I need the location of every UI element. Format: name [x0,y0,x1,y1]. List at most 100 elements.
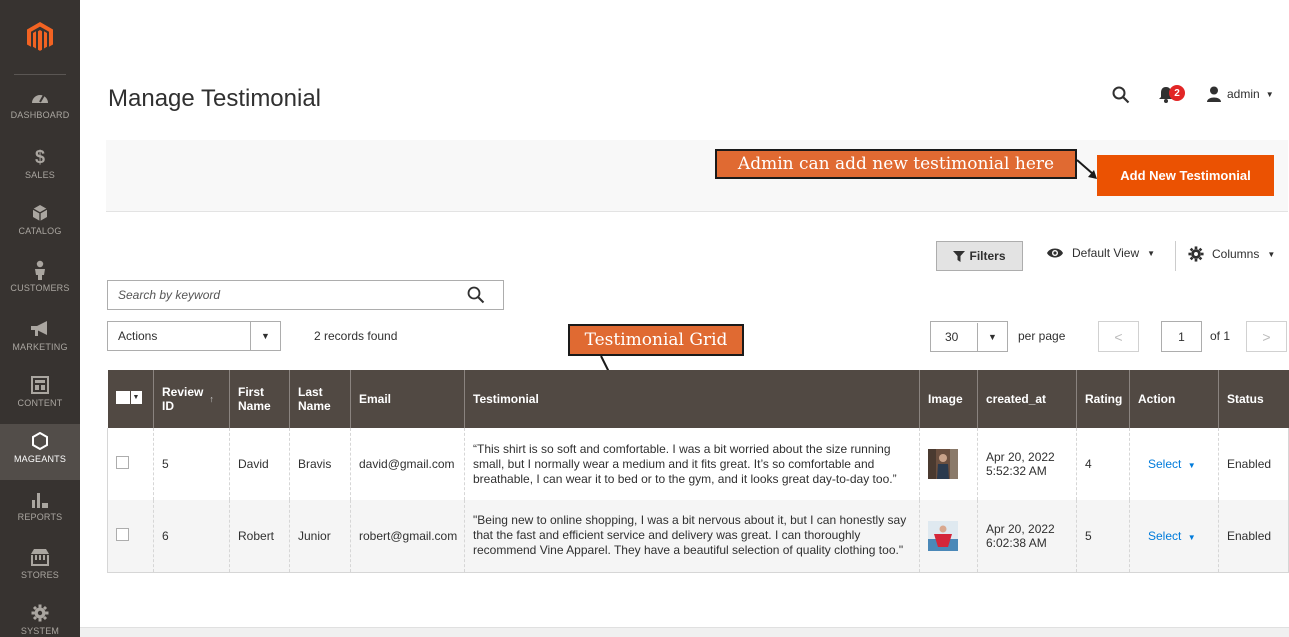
keyword-search [107,280,504,310]
header-line: Last [298,385,323,399]
next-page-button[interactable]: > [1246,321,1287,352]
chevron-down-icon: ▼ [977,322,1007,351]
sidebar-item-customers[interactable]: CUSTOMERS [0,253,80,309]
notification-count-badge: 2 [1169,85,1185,101]
table-row[interactable]: 6 Robert Junior robert@gmail.com "Being … [107,500,1289,573]
row-checkbox[interactable] [116,527,129,541]
content-icon [31,374,49,396]
sidebar-item-sales[interactable]: $ SALES [0,140,80,196]
toolbar-divider [1175,241,1176,271]
per-page-select[interactable]: 30 ▼ [930,321,1008,352]
row-checkbox-cell [107,500,154,573]
table-row[interactable]: 5 David Bravis david@gmail.com “This shi… [107,428,1289,500]
current-page-input[interactable]: 1 [1161,321,1202,352]
sidebar-item-reports[interactable]: REPORTS [0,482,80,538]
cell-action: Select ▼ [1129,428,1219,500]
testimonial-thumbnail[interactable] [928,520,958,551]
chevron-down-icon: ▼ [129,391,142,404]
column-header-status[interactable]: Status [1218,370,1289,428]
row-action-select[interactable]: Select ▼ [1148,529,1196,543]
testimonial-grid: ▼ Review ID ↑ First Name Last Name Email… [107,370,1289,573]
gear-icon [1188,246,1204,262]
chevron-down-icon: ▼ [1267,249,1276,259]
cell-last-name: Junior [289,500,351,573]
sidebar-item-mageants[interactable]: MAGEANTS [0,424,80,480]
mass-actions-label: Actions [118,329,158,343]
mass-select-box [115,391,130,404]
cell-action: Select ▼ [1129,500,1219,573]
created-date: Apr 20, 2022 [986,450,1055,464]
created-time: 6:02:38 AM [986,535,1047,550]
search-submit-button[interactable] [467,286,485,309]
logo-divider [14,74,66,75]
chevron-left-icon: < [1114,328,1123,345]
column-header-rating[interactable]: Rating [1076,370,1130,428]
per-page-value: 30 [945,329,959,344]
cell-created-at: Apr 20, 2022 6:02:38 AM [977,500,1077,573]
cell-image [919,428,978,500]
created-time: 5:52:32 AM [986,464,1047,478]
records-found-count: 2 records found [314,329,398,343]
cell-review-id: 6 [153,500,230,573]
global-search-button[interactable] [1112,86,1130,109]
column-header-email[interactable]: Email [350,370,465,428]
filters-label: Filters [969,249,1006,263]
column-header-review-id[interactable]: Review ID ↑ [153,370,230,428]
sidebar-item-system[interactable]: SYSTEM [0,596,80,637]
sidebar-item-label: REPORTS [17,512,63,522]
header-line: ID [162,399,174,413]
columns-dropdown[interactable]: Columns ▼ [1188,246,1275,262]
keyword-search-input[interactable] [118,288,458,302]
sidebar-item-marketing[interactable]: MARKETING [0,312,80,368]
default-view-dropdown[interactable]: Default View ▼ [1046,246,1155,260]
column-header-created-at[interactable]: created_at [977,370,1077,428]
cube-icon [32,202,48,224]
chevron-down-icon: ▼ [1187,461,1196,470]
sidebar-item-dashboard[interactable]: DASHBOARD [0,80,80,136]
mass-actions-select[interactable]: Actions ▼ [107,321,281,351]
admin-app: DASHBOARD $ SALES CATALOG CUSTOMERS MARK… [0,0,1289,637]
column-header-image[interactable]: Image [919,370,978,428]
chevron-down-icon: ▼ [1147,248,1156,258]
person-icon [33,259,47,281]
sidebar-item-label: STORES [20,570,60,580]
store-icon [29,546,51,568]
magento-logo[interactable] [0,0,80,74]
row-action-select[interactable]: Select ▼ [1148,457,1196,471]
sidebar-item-content[interactable]: CONTENT [0,368,80,424]
sidebar-item-label: CATALOG [18,226,62,236]
mass-select-header[interactable]: ▼ [107,370,154,428]
column-header-testimonial[interactable]: Testimonial [464,370,920,428]
filters-button[interactable]: Filters [936,241,1023,271]
sidebar-item-label: CONTENT [17,398,63,408]
row-checkbox[interactable] [116,456,129,469]
row-checkbox-cell [107,428,154,500]
eye-icon [1047,248,1063,258]
add-new-testimonial-button[interactable]: Add New Testimonial [1097,155,1274,196]
funnel-icon [953,250,966,262]
cell-testimonial: "Being new to online shopping, I was a b… [464,500,920,573]
cell-image [919,500,978,573]
admin-sidebar: DASHBOARD $ SALES CATALOG CUSTOMERS MARK… [0,0,80,637]
dashboard-icon [30,86,50,108]
previous-page-button[interactable]: < [1098,321,1139,352]
sidebar-item-catalog[interactable]: CATALOG [0,196,80,252]
testimonial-thumbnail[interactable] [928,449,958,479]
admin-user-menu[interactable]: admin ▼ [1207,86,1274,102]
cell-status: Enabled [1218,428,1289,500]
sidebar-item-label: CUSTOMERS [10,283,70,293]
cell-created-at: Apr 20, 2022 5:52:32 AM [977,428,1077,500]
header-line: Name [238,399,271,413]
page-title: Manage Testimonial [108,85,322,112]
row-action-label: Select [1148,528,1182,543]
header-line: First [238,385,265,399]
columns-label: Columns [1212,247,1260,261]
annotation-grid-hint: Testimonial Grid [568,324,744,356]
column-header-first-name[interactable]: First Name [229,370,290,428]
column-header-last-name[interactable]: Last Name [289,370,351,428]
sidebar-item-label: MAGEANTS [13,454,67,464]
sidebar-item-stores[interactable]: STORES [0,540,80,596]
cell-testimonial: “This shirt is so soft and comfortable. … [464,428,920,500]
mass-select-checkbox[interactable]: ▼ [115,391,142,404]
header-line: Review [162,385,204,399]
